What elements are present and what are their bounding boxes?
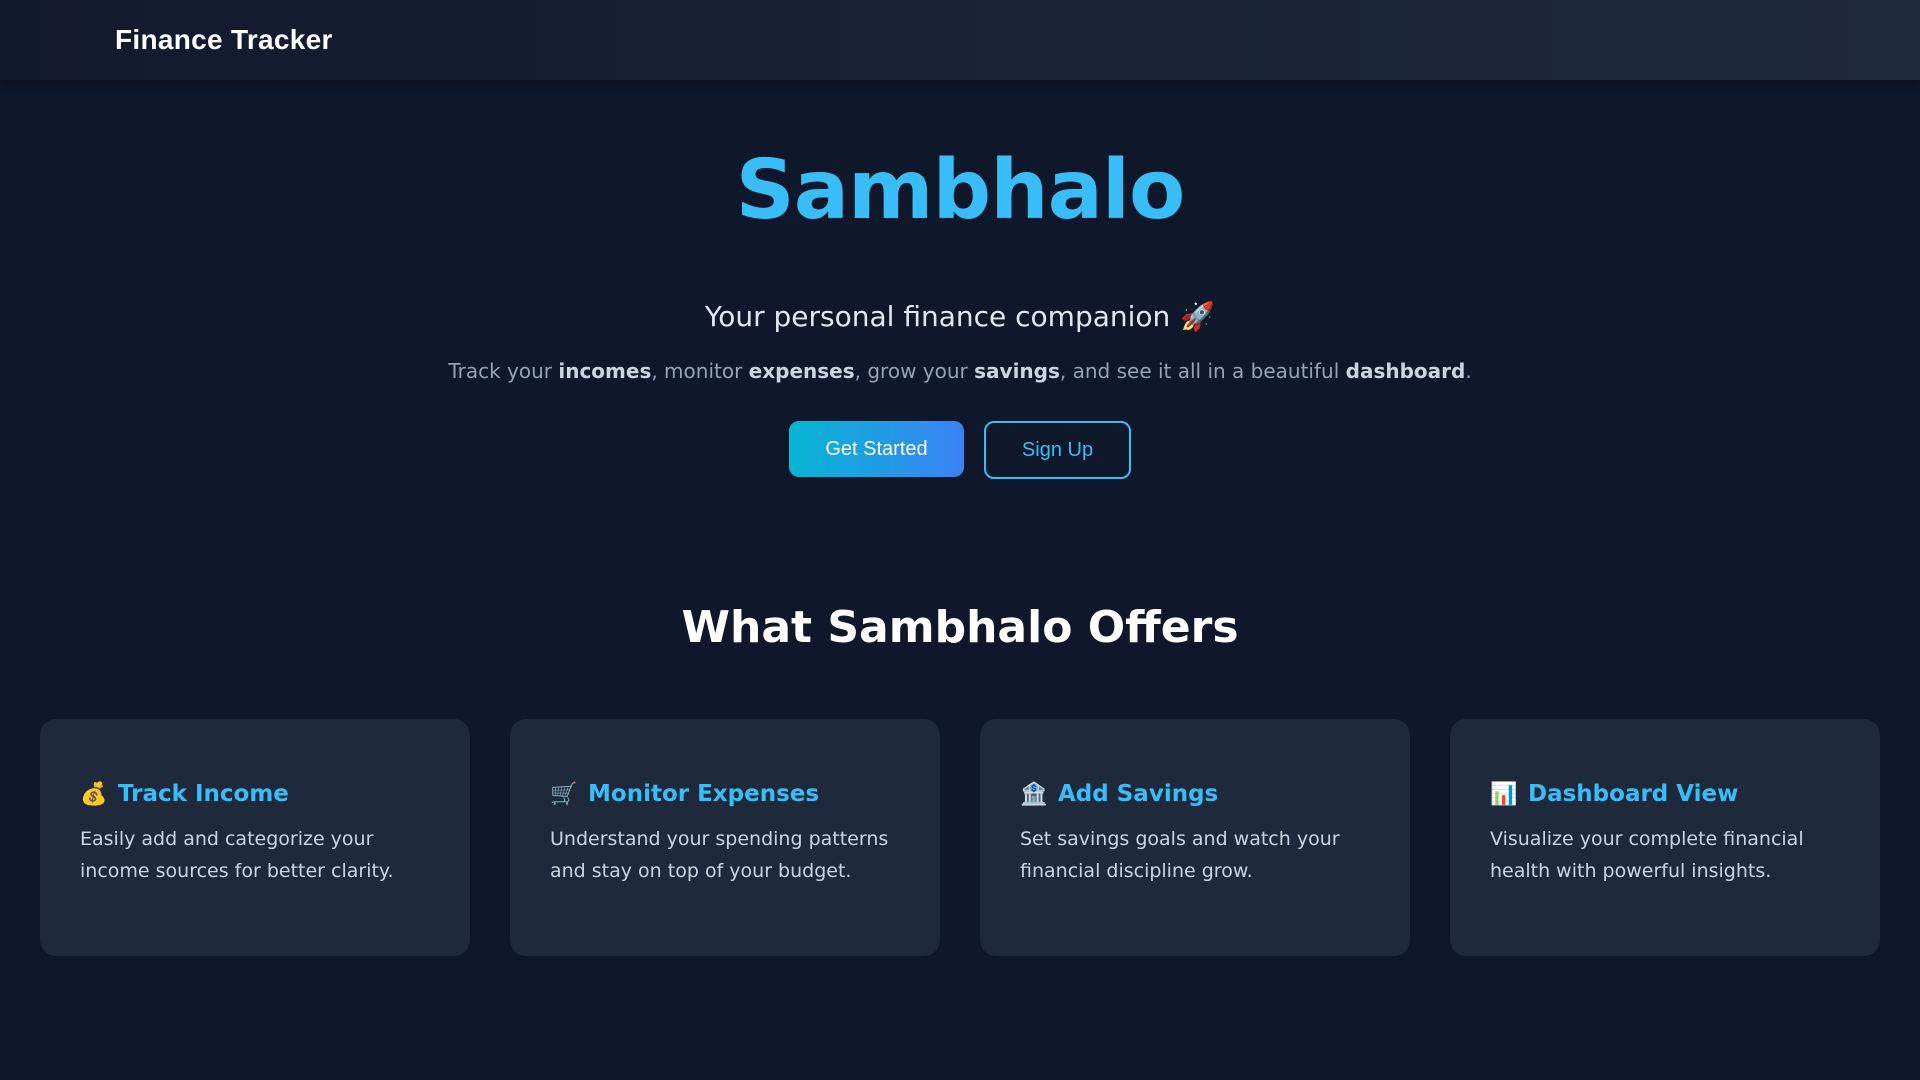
- hero-section: Sambhalo Your personal finance companion…: [0, 80, 1920, 479]
- shopping-cart-icon: 🛒: [550, 781, 578, 807]
- description-text: , monitor: [651, 359, 749, 383]
- features-grid: 💰 Track Income Easily add and categorize…: [40, 719, 1880, 956]
- description-text: Track your: [448, 359, 559, 383]
- top-navbar: Finance Tracker: [0, 0, 1920, 80]
- description-text: , grow your: [854, 359, 975, 383]
- feature-card-monitor-expenses: 🛒 Monitor Expenses Understand your spend…: [510, 719, 940, 956]
- bar-chart-icon: 📊: [1490, 781, 1518, 807]
- feature-card-description: Visualize your complete financial health…: [1490, 828, 1804, 882]
- feature-card-description: Set savings goals and watch your financi…: [1020, 828, 1340, 882]
- feature-card-dashboard-view: 📊 Dashboard View Visualize your complete…: [1450, 719, 1880, 956]
- feature-card-title: 📊 Dashboard View: [1490, 781, 1840, 807]
- hero-button-row: Get Started Sign Up: [0, 421, 1920, 479]
- description-text: .: [1465, 359, 1472, 383]
- feature-card-title: 🛒 Monitor Expenses: [550, 781, 900, 807]
- feature-card-track-income: 💰 Track Income Easily add and categorize…: [40, 719, 470, 956]
- bank-icon: 🏦: [1020, 781, 1048, 807]
- offers-section-title: What Sambhalo Offers: [681, 602, 1239, 653]
- feature-title-text: Track Income: [118, 781, 289, 807]
- feature-title-text: Monitor Expenses: [588, 781, 820, 807]
- feature-card-add-savings: 🏦 Add Savings Set savings goals and watc…: [980, 719, 1410, 956]
- description-highlight-expenses: expenses: [748, 359, 855, 383]
- sign-up-button[interactable]: Sign Up: [984, 421, 1131, 479]
- description-highlight-dashboard: dashboard: [1345, 359, 1466, 383]
- hero-tagline: Your personal finance companion 🚀: [0, 300, 1920, 333]
- description-text: , and see it all in a beautiful: [1059, 359, 1346, 383]
- feature-title-text: Add Savings: [1058, 781, 1219, 807]
- description-highlight-savings: savings: [974, 359, 1060, 383]
- hero-description: Track your incomes, monitor expenses, gr…: [0, 359, 1920, 383]
- hero-title: Sambhalo: [735, 143, 1186, 238]
- rocket-icon: 🚀: [1180, 300, 1216, 333]
- feature-title-text: Dashboard View: [1528, 781, 1739, 807]
- brand-logo-text[interactable]: Finance Tracker: [115, 24, 333, 56]
- feature-card-description: Understand your spending patterns and st…: [550, 828, 889, 882]
- feature-card-title: 💰 Track Income: [80, 781, 430, 807]
- get-started-button[interactable]: Get Started: [789, 421, 964, 477]
- tagline-text: Your personal finance companion: [704, 300, 1171, 333]
- feature-card-description: Easily add and categorize your income so…: [80, 828, 394, 882]
- description-highlight-incomes: incomes: [558, 359, 652, 383]
- money-bag-icon: 💰: [80, 781, 108, 807]
- feature-card-title: 🏦 Add Savings: [1020, 781, 1370, 807]
